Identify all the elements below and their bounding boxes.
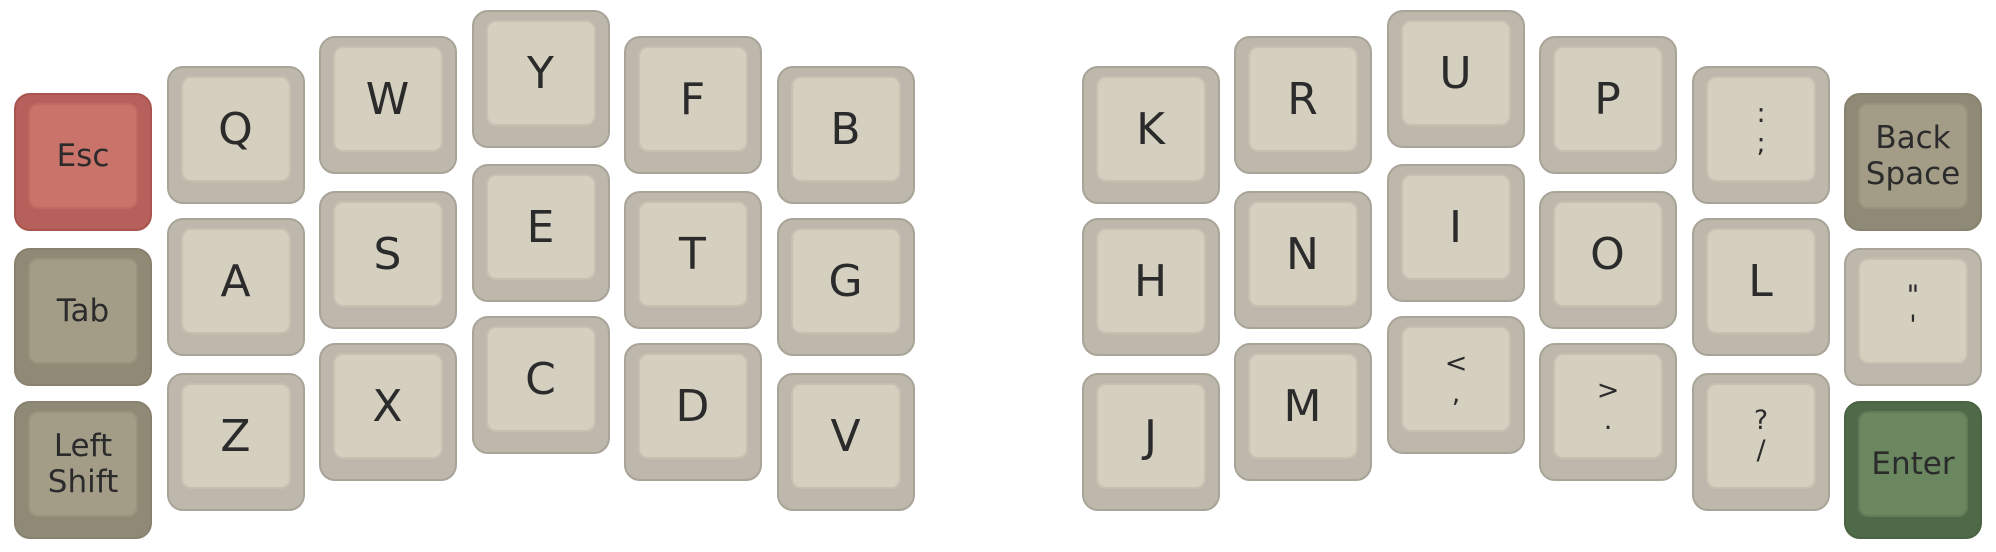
key-b[interactable]: B [777, 66, 915, 204]
key-m[interactable]: M [1234, 343, 1372, 481]
key-q[interactable]: Q [167, 66, 305, 204]
key-label: P [1594, 73, 1622, 125]
key-shift-label: : [1756, 98, 1766, 129]
key-period[interactable]: > . [1539, 343, 1677, 481]
key-i[interactable]: I [1387, 164, 1525, 302]
key-o[interactable]: O [1539, 191, 1677, 329]
key-label: X [372, 380, 404, 432]
key-label: T [679, 228, 707, 280]
key-c[interactable]: C [472, 316, 610, 454]
key-label: , [1451, 378, 1461, 409]
key-label: O [1590, 228, 1626, 280]
key-t[interactable]: T [624, 191, 762, 329]
key-label: L [1748, 255, 1774, 307]
key-colon[interactable]: : ; [1692, 66, 1830, 204]
key-tab[interactable]: Tab [14, 248, 152, 386]
key-label: C [525, 353, 557, 405]
key-label: Y [527, 47, 555, 99]
key-label-line2: Space [1865, 156, 1961, 192]
key-label: Esc [56, 138, 110, 174]
key-label: J [1144, 410, 1158, 462]
key-k[interactable]: K [1082, 66, 1220, 204]
key-label: A [220, 255, 252, 307]
key-esc[interactable]: Esc [14, 93, 152, 231]
key-shift-label: > [1596, 375, 1620, 406]
key-a[interactable]: A [167, 218, 305, 356]
key-label: V [830, 410, 862, 462]
key-quote[interactable]: " ' [1844, 248, 1982, 386]
key-z[interactable]: Z [167, 373, 305, 511]
key-label: H [1133, 255, 1169, 307]
key-label: Q [218, 103, 254, 155]
key-r[interactable]: R [1234, 36, 1372, 174]
key-d[interactable]: D [624, 343, 762, 481]
key-label-line1: Back [1875, 120, 1951, 156]
key-v[interactable]: V [777, 373, 915, 511]
key-label: B [830, 103, 862, 155]
key-label: I [1449, 201, 1463, 253]
key-j[interactable]: J [1082, 373, 1220, 511]
key-left-shift[interactable]: Left Shift [14, 401, 152, 539]
key-s[interactable]: S [319, 191, 457, 329]
key-label: Tab [56, 293, 110, 329]
key-l[interactable]: L [1692, 218, 1830, 356]
key-u[interactable]: U [1387, 10, 1525, 148]
key-comma[interactable]: < , [1387, 316, 1525, 454]
key-shift-label: ? [1753, 405, 1769, 436]
key-label: ; [1756, 128, 1766, 159]
key-x[interactable]: X [319, 343, 457, 481]
key-e[interactable]: E [472, 164, 610, 302]
key-label: S [373, 228, 403, 280]
key-label-line1: Left [53, 428, 113, 464]
key-label: G [828, 255, 864, 307]
key-w[interactable]: W [319, 36, 457, 174]
key-p[interactable]: P [1539, 36, 1677, 174]
key-backspace[interactable]: Back Space [1844, 93, 1982, 231]
key-label-line2: Shift [47, 464, 119, 500]
key-label: W [365, 73, 411, 125]
key-label: K [1136, 103, 1166, 155]
key-g[interactable]: G [777, 218, 915, 356]
key-label: N [1286, 228, 1320, 280]
key-slash[interactable]: ? / [1692, 373, 1830, 511]
key-enter[interactable]: Enter [1844, 401, 1982, 539]
key-label: E [526, 201, 556, 253]
key-label: U [1439, 47, 1473, 99]
key-label: R [1287, 73, 1319, 125]
key-label: D [675, 380, 711, 432]
key-label: / [1756, 435, 1766, 466]
key-shift-label: < [1444, 348, 1468, 379]
key-y[interactable]: Y [472, 10, 610, 148]
key-label: Enter [1871, 446, 1955, 482]
key-label: M [1283, 380, 1323, 432]
key-n[interactable]: N [1234, 191, 1372, 329]
key-h[interactable]: H [1082, 218, 1220, 356]
key-f[interactable]: F [624, 36, 762, 174]
key-label: F [679, 73, 707, 125]
key-label: Z [220, 410, 252, 462]
key-label: . [1603, 405, 1613, 436]
key-label: ' [1909, 310, 1917, 341]
key-shift-label: " [1906, 280, 1920, 311]
